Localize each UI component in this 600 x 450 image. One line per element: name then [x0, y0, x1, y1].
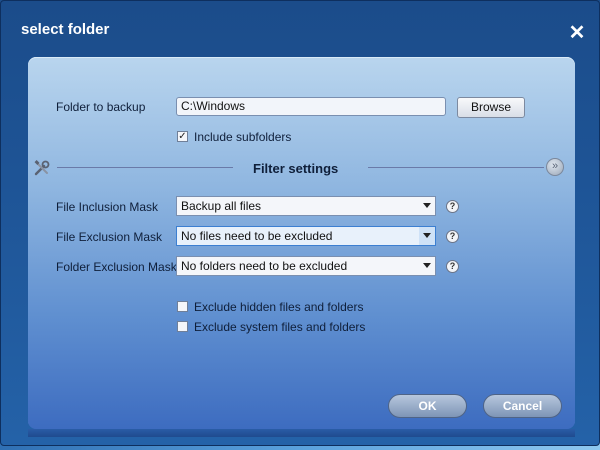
- file-inclusion-mask-select[interactable]: Backup all files: [176, 196, 436, 216]
- tools-icon: [34, 160, 50, 176]
- file-inclusion-mask-value: Backup all files: [181, 199, 262, 213]
- section-divider-left: [57, 167, 233, 168]
- section-divider-right: [368, 167, 544, 168]
- exclude-hidden-label: Exclude hidden files and folders: [194, 300, 364, 314]
- folder-path-input[interactable]: C:\Windows: [176, 97, 446, 116]
- help-icon[interactable]: ?: [446, 200, 459, 213]
- exclude-system-checkbox[interactable]: [177, 321, 188, 332]
- cancel-button[interactable]: Cancel: [483, 394, 562, 418]
- include-subfolders-label: Include subfolders: [194, 130, 292, 144]
- ok-button[interactable]: OK: [388, 394, 467, 418]
- close-icon[interactable]: ✕: [567, 23, 587, 43]
- folder-exclusion-mask-select[interactable]: No folders need to be excluded: [176, 256, 436, 276]
- dialog-title: select folder: [21, 21, 110, 38]
- chevron-down-icon: [423, 263, 431, 268]
- file-exclusion-mask-select[interactable]: No files need to be excluded: [176, 226, 436, 246]
- file-inclusion-mask-label: File Inclusion Mask: [56, 200, 159, 214]
- file-exclusion-mask-value: No files need to be excluded: [181, 229, 333, 243]
- help-icon[interactable]: ?: [446, 230, 459, 243]
- chevron-down-icon: [423, 233, 431, 238]
- folder-exclusion-mask-value: No folders need to be excluded: [181, 259, 348, 273]
- help-icon[interactable]: ?: [446, 260, 459, 273]
- chevron-double-down-icon[interactable]: »: [546, 158, 564, 176]
- browse-button[interactable]: Browse: [457, 97, 525, 118]
- exclude-hidden-checkbox[interactable]: [177, 301, 188, 312]
- folder-to-backup-label: Folder to backup: [56, 100, 146, 114]
- chevron-down-icon: [423, 203, 431, 208]
- exclude-system-label: Exclude system files and folders: [194, 320, 366, 334]
- panel-footer-strip: [28, 429, 575, 437]
- select-folder-dialog: select folder ✕ Folder to backup C:\Wind…: [0, 0, 600, 446]
- file-exclusion-mask-label: File Exclusion Mask: [56, 230, 163, 244]
- folder-exclusion-mask-label: Folder Exclusion Mask: [56, 260, 177, 274]
- include-subfolders-checkbox[interactable]: ✓: [177, 131, 188, 142]
- filter-settings-title: Filter settings: [253, 161, 339, 176]
